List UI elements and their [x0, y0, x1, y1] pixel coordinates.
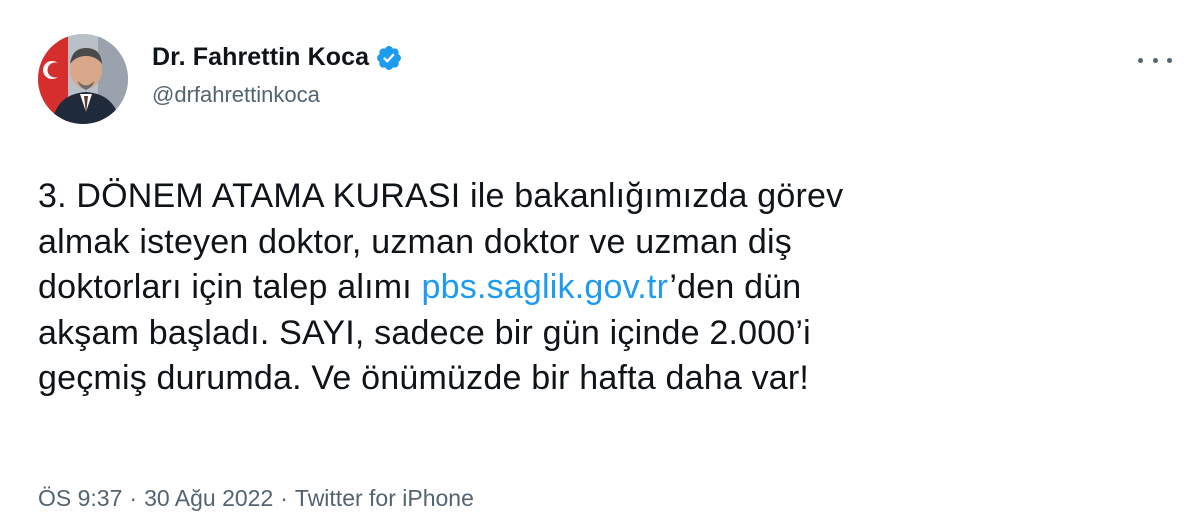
tweet-meta: ÖS 9:37 · 30 Ağu 2022 · Twitter for iPhone [38, 482, 474, 514]
author-name-row: Dr. Fahrettin Koca [152, 40, 403, 74]
tweet-line: geçmiş durumda. Ve önümüzde bir hafta da… [38, 359, 810, 398]
author-name[interactable]: Dr. Fahrettin Koca [152, 40, 369, 74]
tweet-date[interactable]: 30 Ağu 2022 [144, 485, 273, 511]
verified-badge-icon [377, 45, 402, 70]
tweet-source[interactable]: Twitter for iPhone [295, 485, 474, 511]
tweet-line: 3. DÖNEM ATAMA KURASI ile bakanlığımızda… [38, 177, 844, 215]
tweet-text-segment: doktorları için talep alımı [38, 268, 422, 307]
more-dot [1138, 57, 1143, 63]
more-dot [1167, 57, 1172, 63]
meta-separator: · [280, 485, 288, 511]
avatar-photo [38, 34, 128, 124]
tweet-text: 3. DÖNEM ATAMA KURASI ile bakanlığımızda… [38, 174, 1178, 402]
author-handle[interactable]: @drfahrettinkoca [152, 80, 403, 110]
tweet-time[interactable]: ÖS 9:37 [38, 485, 122, 511]
author-block: Dr. Fahrettin Koca @drfahrettinkoca [152, 40, 403, 110]
tweet-line: doktorları için talep alımı pbs.saglik.g… [38, 265, 1178, 311]
tweet-line: almak isteyen doktor, uzman doktor ve uz… [38, 222, 792, 261]
tweet-text-segment: ’den dün [669, 268, 802, 307]
avatar[interactable] [38, 34, 128, 124]
more-dot [1152, 57, 1158, 63]
tweet-link[interactable]: pbs.saglik.gov.tr [422, 268, 670, 306]
more-horizontal-icon[interactable] [1138, 50, 1172, 70]
meta-separator: · [129, 485, 138, 511]
tweet-line: akşam başladı. SAYI, sadece bir gün için… [38, 313, 811, 352]
